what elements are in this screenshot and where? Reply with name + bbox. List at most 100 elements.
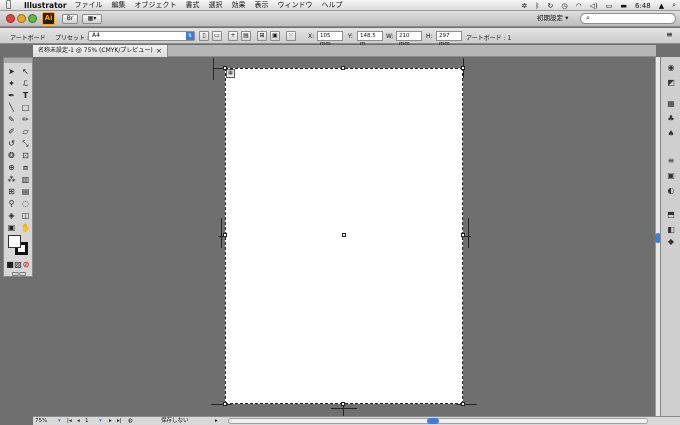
resize-handle[interactable] — [223, 66, 227, 70]
direct-selection-tool-icon[interactable]: ↖ — [19, 66, 32, 77]
menu-type[interactable]: 書式 — [186, 0, 200, 10]
resize-handle[interactable] — [461, 402, 465, 406]
height-field[interactable]: 297 mm — [436, 31, 462, 47]
layers-panel-icon[interactable]: ◆ — [666, 237, 676, 247]
eraser-tool-icon[interactable]: ▱ — [19, 126, 32, 137]
next-artboard-button[interactable]: ▸ — [109, 417, 112, 425]
line-tool-icon[interactable]: ╲ — [5, 102, 18, 113]
volume-icon[interactable]: ◁) — [590, 2, 598, 10]
symbol-sprayer-tool-icon[interactable]: ⁂ — [5, 174, 18, 185]
blob-brush-tool-icon[interactable]: ✐ — [5, 126, 18, 137]
pencil-tool-icon[interactable]: ✏ — [19, 114, 32, 125]
transparency-panel-icon[interactable]: ◐ — [666, 186, 676, 196]
brushes-panel-icon[interactable]: ♣ — [666, 114, 676, 124]
bridge-button[interactable]: Br — [62, 14, 78, 24]
previous-artboard-button[interactable]: ◂ — [77, 417, 80, 425]
menu-object[interactable]: オブジェクト — [135, 0, 177, 10]
clock-icon[interactable]: ◷ — [561, 2, 567, 10]
close-window-button[interactable] — [6, 14, 15, 23]
resize-handle[interactable] — [341, 66, 345, 70]
spotlight-icon[interactable]: ⌕ — [672, 1, 676, 10]
canvas-area[interactable]: ▦ — [33, 58, 656, 416]
artboard[interactable]: ▦ — [223, 66, 465, 406]
selection-tool-icon[interactable]: ➤ — [5, 66, 18, 77]
close-tab-icon[interactable]: × — [156, 45, 162, 57]
gradient-tool-icon[interactable]: ▤ — [19, 186, 32, 197]
menu-help[interactable]: ヘルプ — [322, 0, 343, 10]
help-search-input[interactable]: ⌕ — [580, 13, 676, 24]
wifi-icon[interactable]: ◠ — [575, 2, 581, 10]
horizontal-scrollbar[interactable] — [228, 418, 648, 424]
slice-tool-icon[interactable]: ◫ — [19, 210, 32, 221]
minimize-window-button[interactable] — [17, 14, 26, 23]
resize-handle[interactable] — [461, 233, 465, 237]
arrange-documents-button[interactable]: ▦▾ — [82, 14, 102, 24]
shape-builder-tool-icon[interactable]: ⊕ — [5, 162, 18, 173]
free-transform-tool-icon[interactable]: ⊡ — [19, 150, 32, 161]
live-paint-tool-icon[interactable]: ◈ — [5, 210, 18, 221]
app-name-menu[interactable]: Illustrator — [24, 1, 67, 10]
page-dropdown-icon[interactable]: ▾ — [99, 417, 102, 425]
panel-menu-icon[interactable]: ≡ — [666, 30, 673, 39]
resize-handle[interactable] — [341, 402, 345, 406]
new-artboard-icon[interactable]: + — [228, 31, 238, 41]
artboard-page-field[interactable]: 1 — [85, 417, 89, 425]
reference-point-icon[interactable]: ⁙ — [286, 31, 296, 41]
apple-icon[interactable]:  — [6, 0, 20, 10]
pen-tool-icon[interactable]: ✒ — [5, 90, 18, 101]
menu-edit[interactable]: 編集 — [112, 0, 126, 10]
symbols-panel-icon[interactable]: ♠ — [666, 129, 676, 139]
y-position-field[interactable]: 148.5 m — [357, 31, 383, 47]
horizontal-scroll-thumb[interactable] — [427, 418, 439, 424]
gradient-panel-icon[interactable]: ▣ — [666, 171, 676, 181]
lasso-tool-icon[interactable]: ℒ — [19, 78, 32, 89]
panel-grip[interactable] — [4, 58, 32, 63]
landscape-icon[interactable]: ▭ — [212, 31, 222, 41]
delete-artboard-icon[interactable]: ▤ — [241, 31, 251, 41]
column-graph-tool-icon[interactable]: ▥ — [19, 174, 32, 185]
rotate-tool-icon[interactable]: ↺ — [5, 138, 18, 149]
color-panel-icon[interactable]: ◉ — [666, 63, 676, 73]
fill-color-swatch[interactable] — [8, 235, 21, 248]
color-guide-icon[interactable]: ◩ — [666, 78, 676, 88]
preset-dropdown[interactable]: A4 ⇅ — [88, 31, 195, 41]
swatches-panel-icon[interactable]: ▦ — [666, 99, 676, 109]
zoom-window-button[interactable] — [28, 14, 37, 23]
resize-handle[interactable] — [223, 402, 227, 406]
center-handle[interactable] — [342, 233, 346, 237]
last-artboard-button[interactable]: ▸| — [117, 417, 122, 425]
perspective-grid-tool-icon[interactable]: ⧈ — [19, 162, 32, 173]
first-artboard-button[interactable]: |◂ — [67, 417, 72, 425]
artboard-options-icon[interactable]: ▣ — [270, 31, 280, 41]
magic-wand-tool-icon[interactable]: ✦ — [5, 78, 18, 89]
document-tab[interactable]: 名称未設定-1 @ 75% (CMYK/プレビュー) × — [33, 45, 168, 57]
appearance-panel-icon[interactable]: ⬒ — [666, 210, 676, 220]
x-position-field[interactable]: 105 mm — [317, 31, 343, 47]
user-icon[interactable]: ▲ — [659, 2, 664, 10]
rectangle-tool-icon[interactable]: □ — [19, 102, 32, 113]
clock-time[interactable]: 6:48 — [635, 2, 651, 10]
screen-mode-icon[interactable]: ▭▭ — [10, 268, 28, 279]
scale-tool-icon[interactable]: ⤡ — [19, 138, 32, 149]
battery-icon[interactable]: ▭ — [606, 2, 613, 10]
width-field[interactable]: 210 mm — [396, 31, 422, 47]
blend-tool-icon[interactable]: ◌ — [19, 198, 32, 209]
hand-tool-icon[interactable]: ✋ — [19, 222, 32, 233]
bluetooth-icon[interactable]: ᛒ — [535, 2, 539, 10]
gear-status-icon[interactable]: ✲ — [521, 2, 527, 10]
status-menu-arrow-icon[interactable]: ▸ — [215, 417, 218, 425]
stroke-panel-icon[interactable]: ≡ — [666, 156, 676, 166]
zoom-level[interactable]: 75% — [35, 417, 47, 425]
portrait-icon[interactable]: ▯ — [199, 31, 209, 41]
move-with-artboard-icon[interactable]: ⊞ — [257, 31, 267, 41]
warp-tool-icon[interactable]: ❂ — [5, 150, 18, 161]
paintbrush-tool-icon[interactable]: ✎ — [5, 114, 18, 125]
menu-window[interactable]: ウィンドウ — [278, 0, 313, 10]
mesh-tool-icon[interactable]: ⊞ — [5, 186, 18, 197]
save-status[interactable]: 保存しない — [161, 417, 189, 425]
menu-view[interactable]: 表示 — [255, 0, 269, 10]
timemachine-icon[interactable]: ↻ — [547, 2, 553, 10]
flag-icon[interactable]: ▬ — [620, 2, 627, 10]
type-tool-icon[interactable]: T — [19, 90, 32, 101]
resize-handle[interactable] — [461, 66, 465, 70]
